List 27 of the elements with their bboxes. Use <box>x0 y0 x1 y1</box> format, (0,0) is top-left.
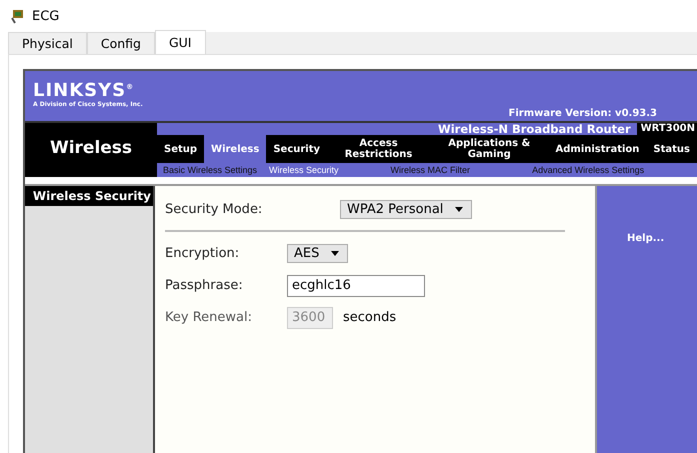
input-field[interactable]: ecghlc16 <box>287 274 425 296</box>
firmware-version: Firmware Version: v0.93.3 <box>508 108 658 121</box>
tab[interactable]: Config <box>86 32 155 54</box>
tab[interactable]: Physical <box>8 32 87 54</box>
product-name: Wireless-N Broadband Router <box>438 122 632 136</box>
field-label: Passphrase: <box>165 278 244 293</box>
unit-label: seconds <box>343 310 396 325</box>
side-title: Wireless Security <box>25 186 153 206</box>
field-label: Key Renewal: <box>165 310 253 325</box>
subnav-link[interactable]: Basic Wireless Settings <box>157 165 264 175</box>
window-title: ECG <box>32 8 60 24</box>
subnav-link[interactable]: Wireless Security <box>263 165 345 175</box>
model-name: WRT300N <box>636 123 697 135</box>
device-icon <box>10 8 26 24</box>
nav-tab[interactable]: Wireless <box>204 135 266 163</box>
field-label: Encryption: <box>165 246 240 261</box>
help-link[interactable]: Help... <box>627 233 664 244</box>
logo: LINKSYS$^{®}$ <box>33 79 136 101</box>
section-title: Wireless <box>25 123 157 177</box>
caret-icon <box>455 207 464 212</box>
subnav-link[interactable]: Advanced Wireless Settings <box>526 165 650 175</box>
tab[interactable]: GUI <box>154 30 206 54</box>
subnav-link[interactable]: Wireless MAC Filter <box>384 165 476 175</box>
field-label: Security Mode: <box>165 202 264 217</box>
security-mode-select[interactable]: WPA2 Personal <box>340 200 472 219</box>
caret-icon <box>331 251 340 256</box>
encryption-select[interactable]: AES <box>287 244 348 263</box>
